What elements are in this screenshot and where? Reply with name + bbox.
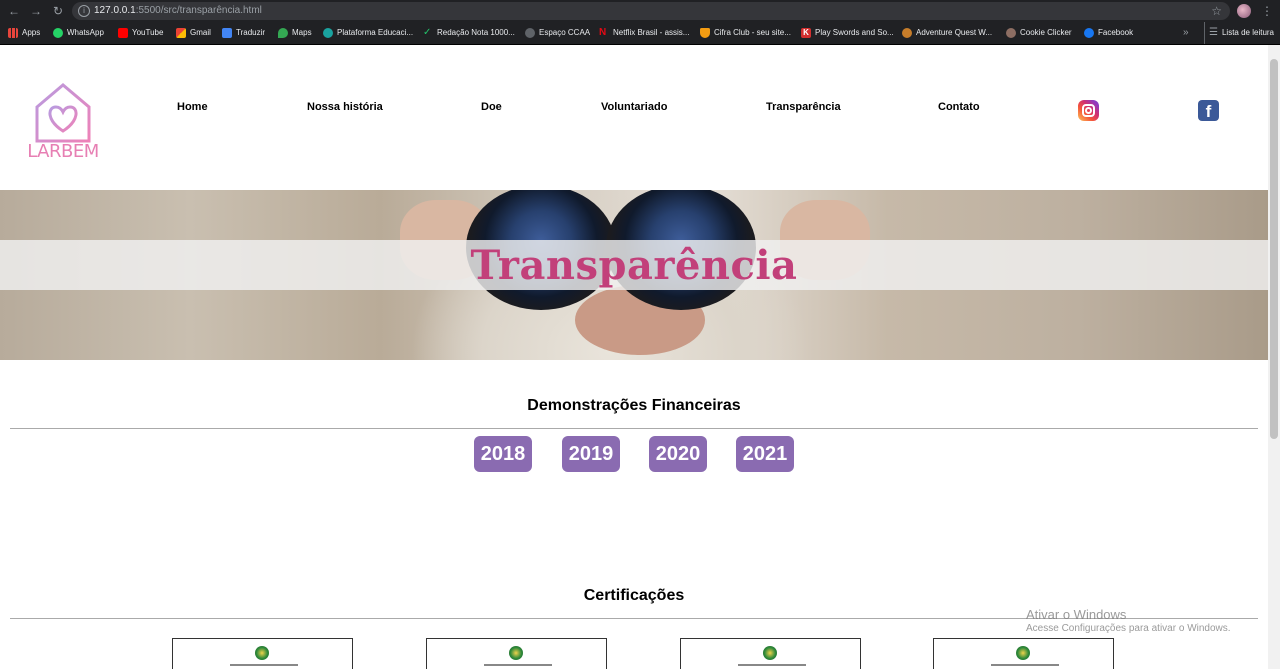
logo-text: LARBEM: [27, 141, 99, 162]
certificate-heading: [738, 664, 806, 666]
adventurequest-icon: [902, 28, 912, 38]
plataforma-icon: [323, 28, 333, 38]
year-2020-button[interactable]: 2020: [649, 436, 707, 472]
certificate-card[interactable]: [426, 638, 607, 669]
facebook-icon[interactable]: f: [1198, 100, 1219, 121]
bookmark-label: Espaço CCAA: [539, 28, 591, 37]
nav-doe[interactable]: Doe: [481, 101, 502, 113]
bookmark-apps[interactable]: Apps: [8, 22, 40, 44]
instagram-icon[interactable]: [1078, 100, 1099, 121]
checkmark-icon: ✓: [423, 27, 432, 38]
kongregate-icon: K: [801, 28, 811, 38]
reading-list-icon: ☰: [1209, 27, 1218, 38]
bookmark-label: Plataforma Educaci...: [337, 28, 414, 37]
bookmark-label: Redação Nota 1000...: [437, 28, 515, 37]
youtube-icon: [118, 28, 128, 38]
certificate-heading: [991, 664, 1059, 666]
bookmark-label: Adventure Quest W...: [916, 28, 993, 37]
brazil-emblem-icon: [1016, 646, 1030, 660]
bookmark-label: YouTube: [132, 28, 164, 37]
watermark-subtitle: Acesse Configurações para ativar o Windo…: [1026, 623, 1231, 634]
nav-nossa-historia[interactable]: Nossa história: [307, 101, 383, 113]
page-scrollbar[interactable]: [1268, 45, 1280, 669]
year-2018-button[interactable]: 2018: [474, 436, 532, 472]
apps-grid-icon: [8, 28, 18, 38]
bookmark-label: Cifra Club - seu site...: [714, 28, 791, 37]
bookmark-cookieclicker[interactable]: Cookie Clicker: [1006, 22, 1072, 44]
site-logo[interactable]: LARBEM: [25, 83, 101, 167]
more-menu-icon[interactable]: ⋮: [1261, 3, 1273, 19]
bookmark-label: Facebook: [1098, 28, 1134, 37]
bookmark-netflix[interactable]: N Netflix Brasil - assis...: [599, 22, 689, 44]
certificate-heading: [484, 664, 552, 666]
bookmark-label: Netflix Brasil - assis...: [613, 28, 690, 37]
nav-contato[interactable]: Contato: [938, 101, 980, 113]
cifraclub-icon: [700, 28, 710, 38]
maps-pin-icon: [278, 28, 288, 38]
bookmark-youtube[interactable]: YouTube: [118, 22, 163, 44]
certificate-heading: [230, 664, 298, 666]
page-content: LARBEM Home Nossa história Doe Voluntari…: [0, 45, 1268, 669]
reload-icon[interactable]: ↻: [50, 3, 66, 19]
year-2019-button[interactable]: 2019: [562, 436, 620, 472]
info-icon[interactable]: i: [78, 5, 90, 17]
cert-section-title: Certificações: [583, 587, 685, 604]
globe-icon: [525, 28, 535, 38]
bookmark-traduzir[interactable]: Traduzir: [222, 22, 265, 44]
chevron-right-icon[interactable]: »: [1183, 22, 1189, 44]
forward-icon[interactable]: →: [28, 3, 44, 19]
bookmark-gmail[interactable]: Gmail: [176, 22, 211, 44]
netflix-icon: N: [599, 27, 607, 38]
bookmark-maps[interactable]: Maps: [278, 22, 312, 44]
reading-list-button[interactable]: ☰ Lista de leitura: [1204, 22, 1274, 44]
hero-banner: Transparência: [0, 190, 1268, 360]
certificate-card[interactable]: [933, 638, 1114, 669]
certificate-card[interactable]: [172, 638, 353, 669]
facebook-icon: [1084, 28, 1094, 38]
brazil-emblem-icon: [509, 646, 523, 660]
bookmark-swords[interactable]: K Play Swords and So...: [801, 22, 894, 44]
profile-avatar[interactable]: [1237, 4, 1251, 18]
nav-home[interactable]: Home: [177, 101, 208, 113]
star-icon[interactable]: ☆: [1211, 2, 1222, 20]
back-icon[interactable]: ←: [6, 3, 22, 19]
cookie-icon: [1006, 28, 1016, 38]
house-heart-icon: [35, 83, 91, 143]
bookmarks-bar: Apps WhatsApp YouTube Gmail Traduzir Map…: [0, 22, 1280, 45]
bookmark-plataforma[interactable]: Plataforma Educaci...: [323, 22, 413, 44]
bookmark-label: Cookie Clicker: [1020, 28, 1072, 37]
bookmark-ccaa[interactable]: Espaço CCAA: [525, 22, 590, 44]
brazil-emblem-icon: [763, 646, 777, 660]
watermark-title: Ativar o Windows: [1026, 607, 1127, 622]
bookmark-redacao[interactable]: ✓ Redação Nota 1000...: [423, 22, 515, 44]
bookmark-facebook[interactable]: Facebook: [1084, 22, 1133, 44]
bookmark-cifraclub[interactable]: Cifra Club - seu site...: [700, 22, 791, 44]
scrollbar-thumb[interactable]: [1270, 59, 1278, 439]
bookmark-label: Apps: [22, 28, 41, 37]
year-2021-button[interactable]: 2021: [736, 436, 794, 472]
nav-transparencia[interactable]: Transparência: [766, 101, 841, 113]
brazil-emblem-icon: [255, 646, 269, 660]
bookmark-whatsapp[interactable]: WhatsApp: [53, 22, 104, 44]
hero-title: Transparência: [470, 242, 798, 289]
bookmark-label: Traduzir: [236, 28, 266, 37]
whatsapp-icon: [53, 28, 63, 38]
bookmark-adventurequest[interactable]: Adventure Quest W...: [902, 22, 992, 44]
bookmark-label: WhatsApp: [67, 28, 104, 37]
translate-icon: [222, 28, 232, 38]
reading-list-label: Lista de leitura: [1221, 28, 1274, 37]
bookmark-label: Maps: [292, 28, 312, 37]
divider: [10, 428, 1258, 429]
bookmark-label: Gmail: [190, 28, 211, 37]
url-host: 127.0.0.1: [94, 5, 136, 16]
address-bar[interactable]: i 127.0.0.1:5500/src/transparência.html …: [72, 2, 1230, 20]
windows-activation-watermark: Ativar o Windows Acesse Configurações pa…: [1026, 607, 1231, 634]
certificate-card[interactable]: [680, 638, 861, 669]
financial-section-title: Demonstrações Financeiras: [527, 397, 741, 414]
browser-toolbar: ← → ↻ i 127.0.0.1:5500/src/transparência…: [0, 0, 1280, 22]
bookmark-label: Play Swords and So...: [815, 28, 894, 37]
gmail-icon: [176, 28, 186, 38]
nav-voluntariado[interactable]: Voluntariado: [601, 101, 667, 113]
url-path: :5500/src/transparência.html: [135, 5, 262, 16]
